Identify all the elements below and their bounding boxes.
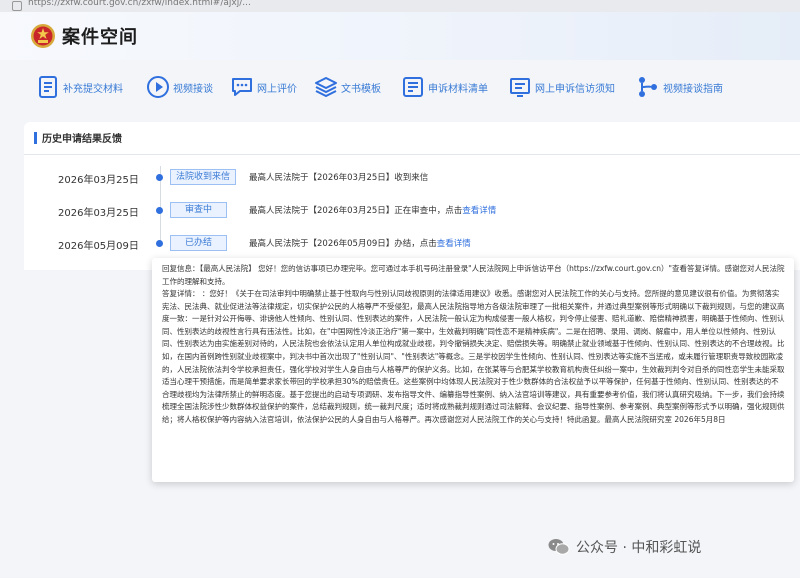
timeline-row: 2026年05月09日 已办结 最高人民法院于【2026年05月09日】办结，点… (24, 234, 800, 254)
row-text: 最高人民法院于【2026年03月25日】正在审查中，点击 (249, 206, 463, 216)
document-templates-button[interactable]: 文书模板 (314, 62, 381, 112)
comment-icon (232, 78, 252, 96)
row-message: 最高人民法院于【2026年05月09日】办结，点击查看详情 (249, 237, 471, 249)
status-badge: 已办结 (170, 235, 228, 251)
timeline-dot (156, 174, 163, 181)
site-info-icon[interactable] (12, 1, 22, 11)
reply-detail-popover: 回复信息：【最高人民法院】 您好！您的信访事项已办理完毕。您可通过本手机号码注册… (152, 258, 794, 482)
history-feedback-card: 历史申请结果反馈 2026年03月25日 法院收到来信 最高人民法院于【2026… (24, 122, 800, 270)
appeal-materials-list-button[interactable]: 申诉材料清单 (401, 62, 488, 112)
notice-document-icon (510, 78, 530, 97)
timeline-row: 2026年03月25日 法院收到来信 最高人民法院于【2026年03月25日】收… (24, 168, 800, 188)
play-circle-icon (147, 76, 169, 98)
toolbar-label: 申诉材料清单 (428, 83, 488, 95)
row-text: 最高人民法院于【2026年05月09日】办结，点击 (249, 239, 437, 249)
toolbar-label: 补充提交材料 (63, 83, 123, 95)
page-title: 案件空间 (62, 27, 138, 48)
court-emblem-icon (31, 24, 55, 48)
row-date: 2026年05月09日 (58, 241, 139, 252)
row-date: 2026年03月25日 (58, 175, 139, 186)
row-message: 最高人民法院于【2026年03月25日】收到来信 (249, 171, 428, 183)
row-text: 最高人民法院于【2026年03月25日】收到来信 (249, 173, 429, 183)
row-date: 2026年03月25日 (58, 208, 139, 219)
row-message: 最高人民法院于【2026年03月25日】正在审查中，点击查看详情 (249, 204, 496, 216)
toolbar-label: 视频接谈指南 (663, 83, 723, 95)
status-badge: 法院收到来信 (170, 169, 237, 185)
online-petition-notice-button[interactable]: 网上申诉信访须知 (508, 62, 615, 112)
section-title: 历史申请结果反馈 (42, 134, 122, 145)
address-url[interactable]: https://zxfw.court.gov.cn/zxfw/index.htm… (28, 0, 251, 8)
wechat-watermark: 公众号 · 中和彩虹说 (548, 537, 701, 557)
timeline-row: 2026年03月25日 审查中 最高人民法院于【2026年03月25日】正在审查… (24, 201, 800, 221)
watermark-text: 公众号 · 中和彩虹说 (576, 540, 702, 556)
layers-icon (315, 77, 337, 98)
toolbar-label: 网上申诉信访须知 (535, 83, 615, 95)
reply-info-text: 回复信息：【最高人民法院】 您好！您的信访事项已办理完毕。您可通过本手机号码注册… (162, 264, 785, 286)
route-icon (639, 77, 657, 97)
document-upload-icon (39, 76, 57, 98)
page-header: 案件空间 (0, 12, 800, 60)
view-details-link[interactable]: 查看详情 (462, 206, 496, 216)
browser-address-bar[interactable]: https://zxfw.court.gov.cn/zxfw/index.htm… (0, 0, 800, 12)
toolbar: 补充提交材料 视频接谈 网上评价 文书模板 申诉材料清单 网上申诉信访须知 视频… (18, 62, 800, 112)
status-badge: 审查中 (170, 202, 228, 218)
wechat-icon (548, 539, 570, 555)
toolbar-label: 文书模板 (341, 83, 381, 95)
timeline-dot (156, 207, 163, 214)
view-details-link[interactable]: 查看详情 (437, 239, 471, 249)
section-marker (34, 132, 37, 144)
reply-detail-text: 答复详情： ：您好！《关于在司法审判中明确禁止基于性取向与性别认同歧视原则的法律… (162, 289, 785, 424)
online-evaluation-button[interactable]: 网上评价 (230, 62, 297, 112)
card-header: 历史申请结果反馈 (24, 122, 800, 155)
toolbar-label: 视频接谈 (173, 83, 213, 95)
list-document-icon (403, 77, 423, 97)
video-interview-button[interactable]: 视频接谈 (146, 62, 213, 112)
timeline-dot (156, 240, 163, 247)
video-interview-guide-button[interactable]: 视频接谈指南 (636, 62, 723, 112)
toolbar-label: 网上评价 (257, 83, 297, 95)
supplement-materials-button[interactable]: 补充提交材料 (36, 62, 123, 112)
